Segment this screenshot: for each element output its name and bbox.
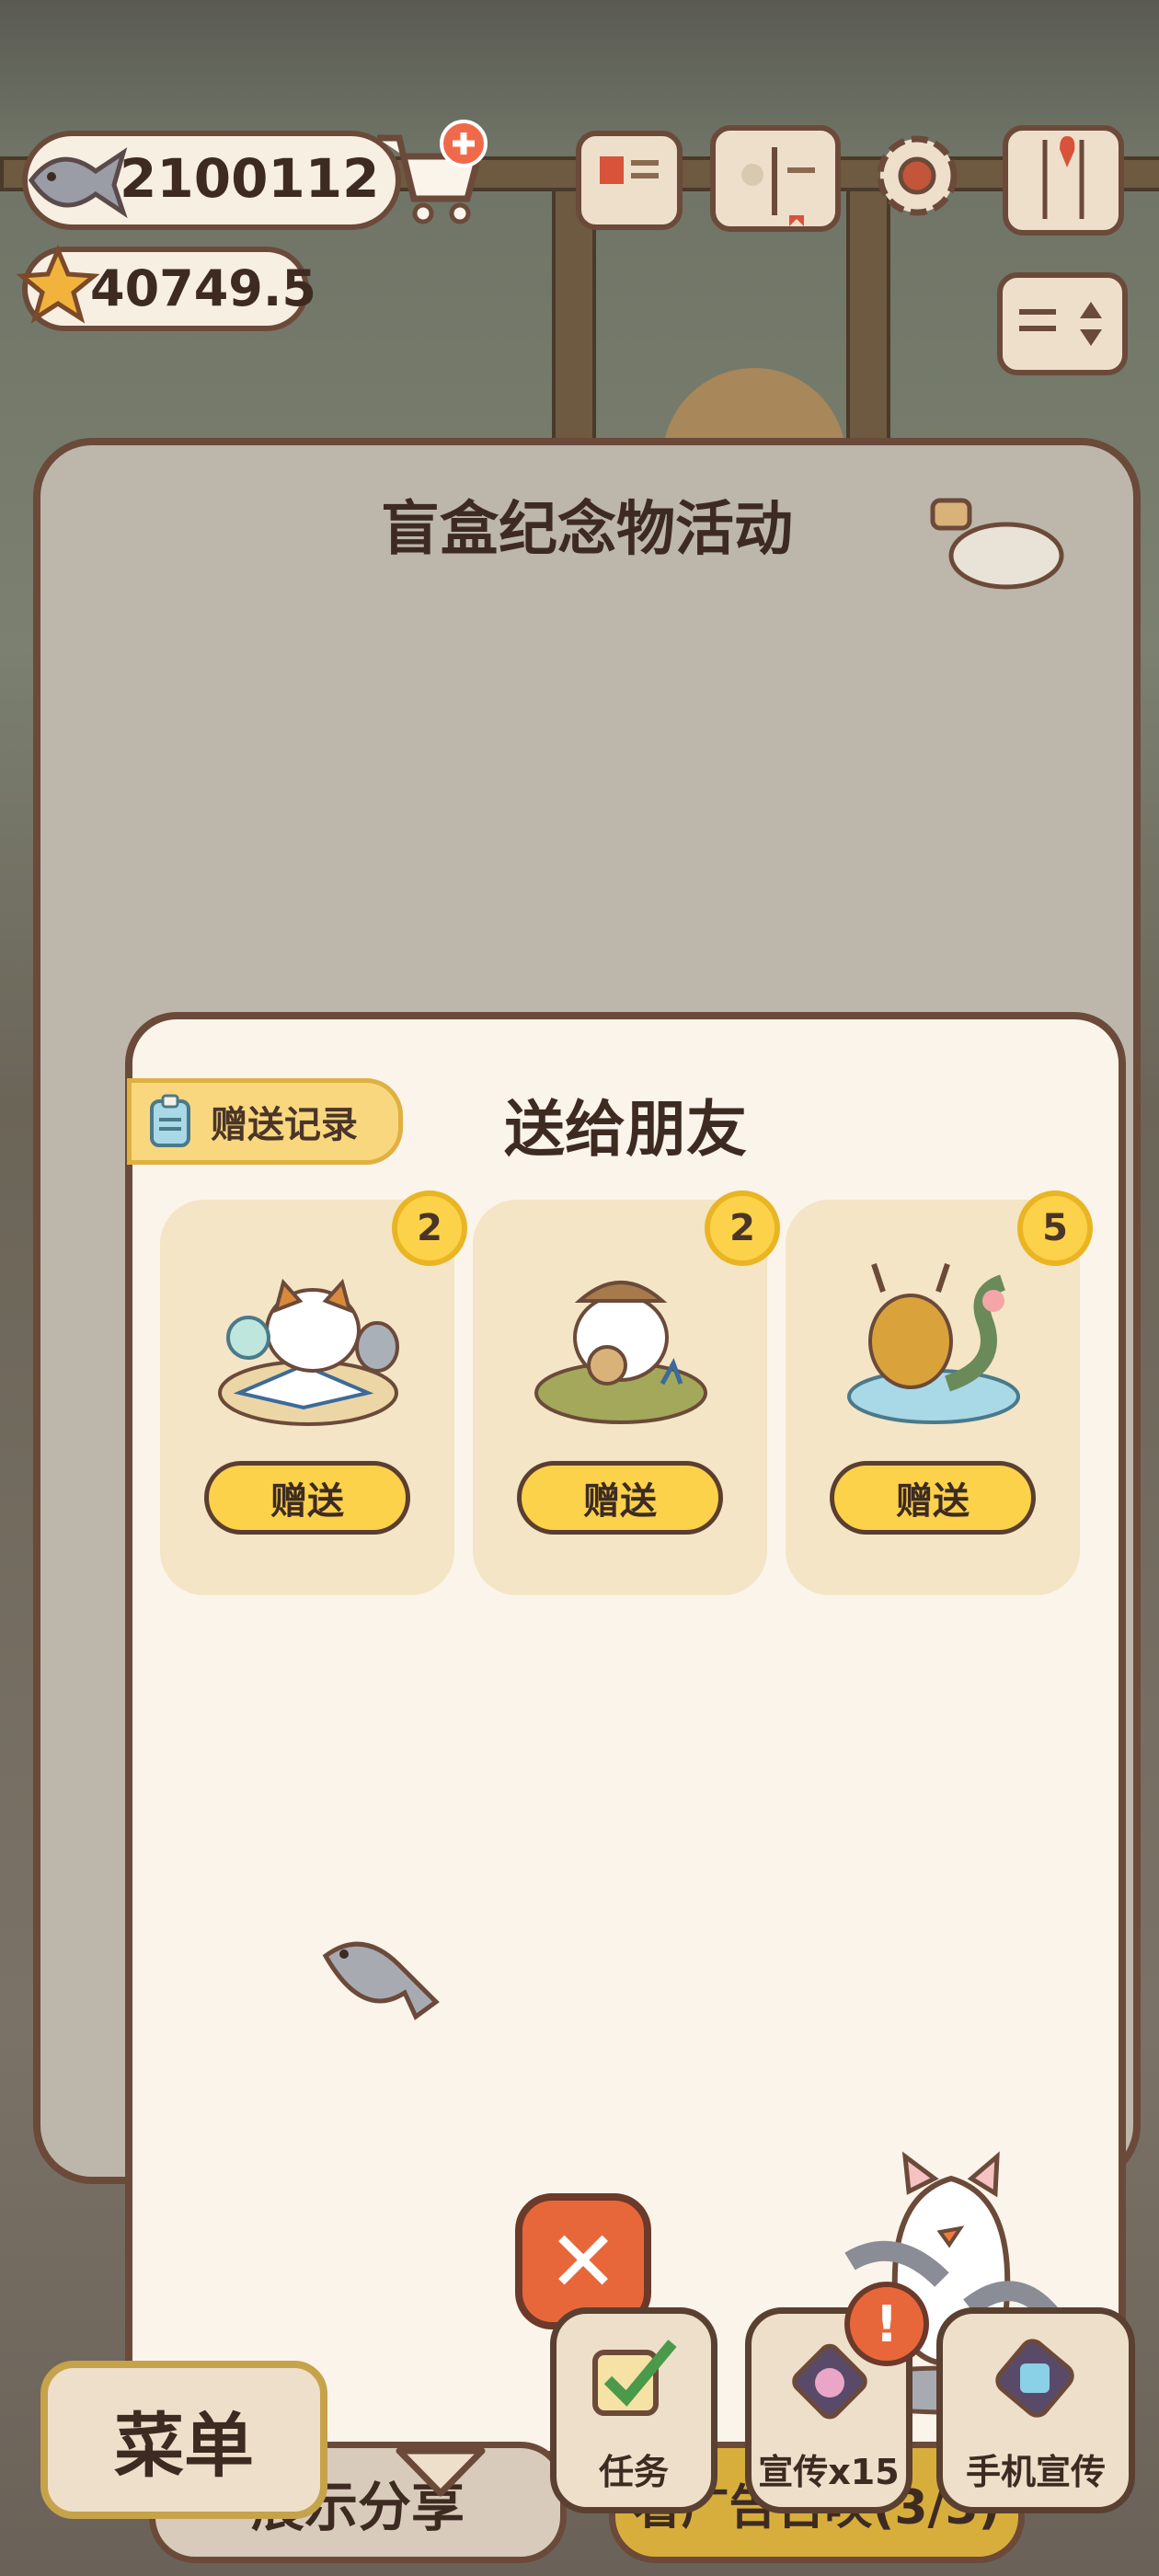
- map-button[interactable]: [1003, 125, 1124, 236]
- star-currency: 40749.5: [17, 245, 316, 331]
- dragon-figurine-icon: [847, 1263, 1020, 1424]
- alert-badge: !: [844, 2282, 929, 2366]
- id-card-icon: [600, 156, 659, 184]
- sort-arrows-icon: [1019, 302, 1102, 346]
- star-count: 40749.5: [90, 259, 316, 317]
- gift-button[interactable]: 赠送: [517, 1461, 723, 1535]
- blind-box-souvenir-dialog: 盲盒纪念物活动 送给朋友 赠送记录 2 赠送 2 赠送 5 赠送 展示分享: [33, 438, 1141, 2563]
- souvenir-card: 2 赠送: [473, 1190, 780, 1595]
- promotion-label: 宣传x15: [758, 2452, 900, 2492]
- cart-plus-icon: [377, 120, 488, 224]
- clipboard-icon: [150, 1094, 190, 1147]
- souvenir-card: 2 赠送: [160, 1190, 467, 1595]
- gift-history-button[interactable]: 赠送记录: [127, 1078, 403, 1165]
- phone-promotion-button[interactable]: 手机宣传: [936, 2307, 1135, 2513]
- fish-decoration-icon: [322, 1941, 440, 2020]
- star-icon: [17, 245, 99, 324]
- cat-scientist-figurine-icon: [218, 1278, 399, 1426]
- souvenir-card: 5 赠送: [786, 1190, 1093, 1595]
- fish-currency: 2100112: [22, 131, 401, 230]
- fish-count: 2100112: [120, 147, 380, 210]
- gear-icon: [877, 135, 958, 216]
- close-icon: ✕: [547, 2212, 619, 2311]
- collapse-arrow-button[interactable]: [390, 2438, 491, 2502]
- phone-promo-icon: [995, 2339, 1074, 2418]
- profile-card-button[interactable]: [576, 131, 683, 230]
- cat-musician-figurine-icon: [534, 1281, 707, 1424]
- gift-button[interactable]: 赠送: [204, 1461, 410, 1535]
- tasks-button[interactable]: 任务: [550, 2307, 717, 2513]
- menu-label: 菜单: [114, 2405, 254, 2487]
- fish-icon: [28, 147, 128, 219]
- phone-promotion-label: 手机宣传: [965, 2452, 1106, 2492]
- open-book-icon: [741, 147, 815, 226]
- bottle-decoration-icon: [930, 498, 1064, 590]
- gift-history-label: 赠送记录: [211, 1104, 358, 1146]
- map-pin-icon: [1042, 136, 1084, 219]
- menu-button[interactable]: 菜单: [40, 2361, 327, 2519]
- checklist-icon: [592, 2340, 677, 2416]
- gift-button[interactable]: 赠送: [830, 1461, 1036, 1535]
- shop-cart-button[interactable]: [372, 120, 491, 230]
- exclamation-icon: !: [875, 2294, 899, 2353]
- tasks-label: 任务: [598, 2452, 669, 2492]
- album-book-button[interactable]: [710, 125, 841, 232]
- sort-toggle-button[interactable]: [997, 272, 1128, 375]
- settings-button[interactable]: [866, 125, 968, 226]
